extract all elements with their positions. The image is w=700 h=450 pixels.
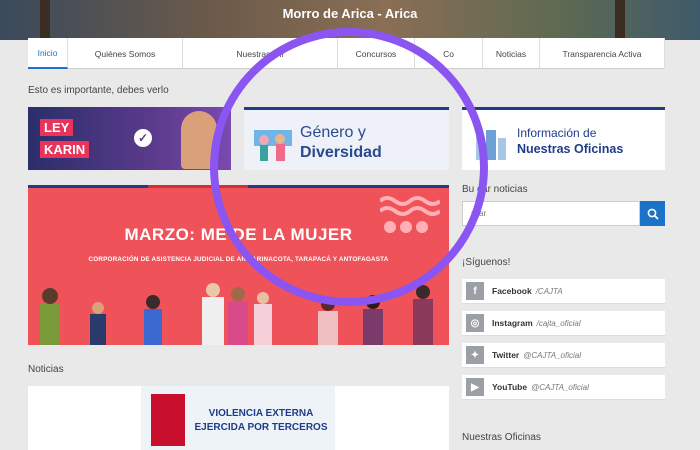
- social-youtube[interactable]: ▶ YouTube @CAJTA_oficial: [462, 375, 665, 400]
- news-item-image[interactable]: VIOLENCIA EXTERNA EJERCIDA POR TERCEROS: [141, 386, 335, 450]
- news-title-line1: VIOLENCIA EXTERNA: [208, 408, 314, 419]
- youtube-icon: ▶: [466, 378, 484, 396]
- hero-title: Morro de Arica - Arica: [282, 6, 418, 21]
- social-label: ¡Síguenos!: [462, 257, 511, 268]
- ley-karin-banner[interactable]: LEY KARIN ✓: [28, 107, 231, 170]
- corporation-logo: [151, 394, 185, 446]
- oficinas-title: Nuestras Oficinas: [517, 142, 624, 156]
- person-illustration: [181, 111, 217, 169]
- oficinas-info: Información de: [517, 126, 597, 140]
- marzo-headline: MARZO: ME DE LA MUJER: [124, 225, 353, 244]
- search-input[interactable]: [462, 201, 640, 226]
- facebook-icon: f: [466, 282, 484, 300]
- nav-item-inicio[interactable]: Inicio: [28, 38, 68, 69]
- header-hero: Morro de Arica - Arica: [0, 0, 700, 40]
- nav-item-nuestras-oficinas[interactable]: Nuestras Ofi: [183, 38, 338, 69]
- ley-text: LEY: [40, 119, 74, 136]
- check-icon: ✓: [134, 129, 152, 147]
- social-handle: @CAJTA_oficial: [531, 382, 589, 392]
- women-illustration: [40, 283, 433, 345]
- nav-item-contacto[interactable]: Co: [415, 38, 483, 69]
- social-handle: /cajta_oficial: [536, 318, 581, 328]
- social-handle: /CAJTA: [535, 286, 563, 296]
- twitter-icon: ✦: [466, 346, 484, 364]
- social-name: Facebook: [492, 286, 532, 296]
- main-nav: Inicio Quiénes Somos Nuestras Ofi Concur…: [28, 38, 665, 69]
- nav-item-quienes-somos[interactable]: Quiénes Somos: [68, 38, 183, 69]
- people-illustration: [254, 130, 292, 161]
- social-handle: @CAJTA_oficial: [523, 350, 581, 360]
- instagram-icon: ◎: [466, 314, 484, 332]
- oficinas-banner[interactable]: Información de Nuestras Oficinas: [462, 107, 665, 170]
- nav-item-concursos[interactable]: Concursos: [338, 38, 415, 69]
- social-name: YouTube: [492, 382, 528, 392]
- search-button[interactable]: [640, 201, 665, 226]
- social-name: Instagram: [492, 318, 533, 328]
- red-strip: [389, 107, 449, 110]
- news-title-line2: EJERCIDA POR TERCEROS: [194, 422, 328, 433]
- nav-item-noticias[interactable]: Noticias: [483, 38, 540, 69]
- marzo-banner[interactable]: MARZO: ME DE LA MUJER CORPORACIÓN DE ASI…: [28, 185, 449, 345]
- social-name: Twitter: [492, 350, 520, 360]
- karin-text: KARIN: [40, 141, 90, 158]
- oficinas-section-label: Nuestras Oficinas: [462, 432, 541, 443]
- genero-title: Género y: [300, 124, 366, 141]
- red-strip: [148, 185, 248, 188]
- marzo-subtitle: CORPORACIÓN DE ASISTENCIA JUDICIAL DE AR…: [88, 256, 389, 263]
- diversidad-title: Diversidad: [300, 144, 382, 161]
- social-facebook[interactable]: f Facebook /CAJTA: [462, 279, 665, 304]
- red-strip: [585, 107, 665, 110]
- search-label: Bu car noticias: [462, 184, 528, 195]
- social-twitter[interactable]: ✦ Twitter @CAJTA_oficial: [462, 343, 665, 368]
- social-instagram[interactable]: ◎ Instagram /cajta_oficial: [462, 311, 665, 336]
- noticias-label: Noticias: [28, 364, 64, 375]
- nav-item-transparencia[interactable]: Transparencia Activa: [540, 38, 665, 69]
- important-label: Esto es importante, debes verlo: [28, 85, 169, 96]
- building-icon: [476, 130, 506, 160]
- genero-diversidad-banner[interactable]: Género y Diversidad: [244, 107, 449, 170]
- search-icon: [647, 208, 659, 220]
